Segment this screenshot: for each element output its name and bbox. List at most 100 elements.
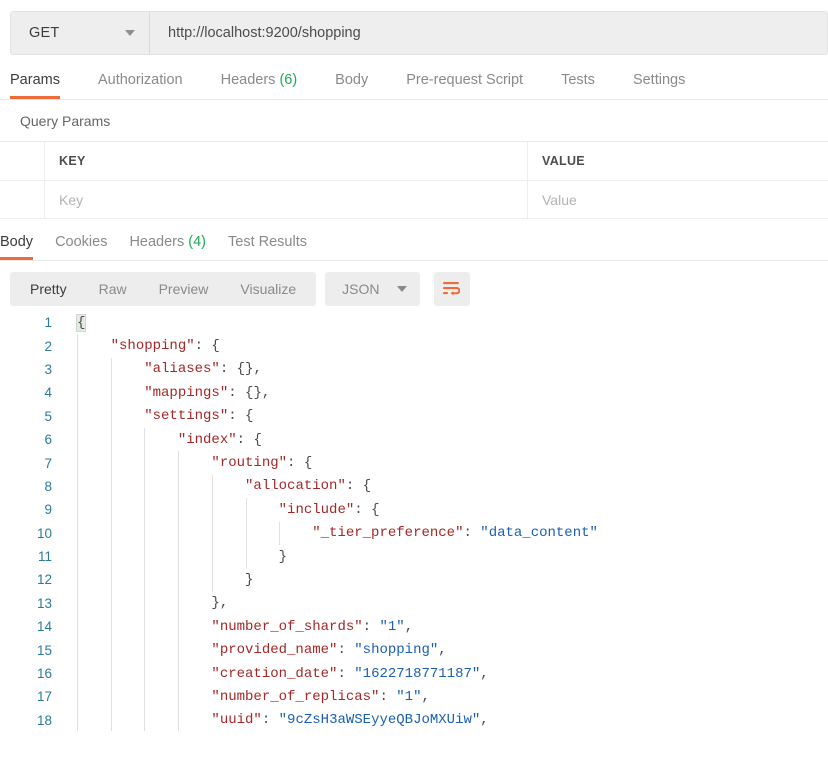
- json-key: "_tier_preference": [312, 525, 464, 542]
- code-line: 13 },: [0, 592, 828, 615]
- tab-pre-request-script[interactable]: Pre-request Script: [406, 72, 523, 99]
- tab-settings[interactable]: Settings: [633, 72, 685, 99]
- json-key: "routing": [211, 455, 288, 472]
- response-tab-cookies[interactable]: Cookies: [55, 234, 107, 260]
- code-text: "creation_date": "1622718771187",: [52, 666, 828, 682]
- tab-label: Body: [335, 72, 369, 88]
- code-text: "number_of_replicas": "1",: [52, 689, 828, 705]
- code-line: 11 }: [0, 545, 828, 568]
- code-text: "settings": {: [52, 408, 828, 424]
- http-method-select[interactable]: GET: [10, 11, 149, 55]
- code-text: "_tier_preference": "data_content": [52, 525, 828, 541]
- line-number: 11: [37, 549, 52, 565]
- json-key: "aliases": [144, 361, 220, 378]
- view-mode-pretty[interactable]: Pretty: [14, 272, 83, 306]
- code-line: 12 }: [0, 568, 828, 591]
- tab-label: Tests: [561, 72, 595, 88]
- response-format-label: JSON: [342, 280, 380, 297]
- json-key: "creation_date": [211, 665, 338, 682]
- table-header-row: KEY VALUE: [0, 142, 828, 181]
- chevron-down-icon: [125, 30, 135, 36]
- column-header-key-label: KEY: [59, 154, 86, 168]
- json-key: "allocation": [245, 478, 346, 495]
- json-punct: :: [379, 688, 397, 705]
- json-punct: : {: [236, 431, 262, 448]
- query-params-title: Query Params: [20, 113, 111, 129]
- param-key-input[interactable]: Key: [45, 181, 528, 218]
- response-body-code[interactable]: 1{2 "shopping": {3 "aliases": {}, 4 "mapp…: [0, 311, 828, 731]
- tab-label: Params: [10, 72, 60, 88]
- json-string: "1": [396, 688, 422, 705]
- json-key: "index": [177, 431, 237, 448]
- response-tab-test-results[interactable]: Test Results: [228, 234, 307, 260]
- line-number: 13: [36, 595, 52, 611]
- tab-label: Body: [0, 234, 34, 250]
- code-line: 14 "number_of_shards": "1",: [0, 615, 828, 638]
- code-line: 1{: [0, 311, 828, 334]
- json-string: "9cZsH3aWSEyyeQBJoMXUiw": [278, 712, 481, 729]
- line-number: 9: [44, 502, 52, 518]
- view-mode-preview[interactable]: Preview: [143, 272, 225, 306]
- code-line: 10 "_tier_preference": "data_content": [0, 522, 828, 545]
- code-line: 15 "provided_name": "shopping",: [0, 638, 828, 661]
- line-number: 7: [44, 455, 52, 471]
- view-mode-group: Pretty Raw Preview Visualize: [10, 271, 317, 306]
- url-input[interactable]: http://localhost:9200/shopping: [149, 11, 828, 55]
- code-text: "index": {: [52, 432, 828, 448]
- tab-body[interactable]: Body: [335, 72, 368, 99]
- code-line: 3 "aliases": {},: [0, 358, 828, 381]
- tab-count-badge: (6): [275, 72, 298, 88]
- json-punct: : {: [287, 455, 313, 472]
- json-punct: ,: [404, 618, 414, 635]
- column-header-value: VALUE: [528, 142, 828, 180]
- tab-headers[interactable]: Headers (6): [221, 72, 298, 99]
- code-text: },: [52, 595, 828, 611]
- json-key: "provided_name": [211, 642, 338, 659]
- param-value-input[interactable]: Value: [528, 181, 828, 218]
- json-punct: : {},: [219, 361, 262, 378]
- json-punct: ,: [438, 642, 447, 659]
- code-line: 5 "settings": {: [0, 405, 828, 428]
- tab-count-badge: (4): [184, 234, 207, 250]
- response-tab-body[interactable]: Body: [0, 234, 34, 260]
- view-mode-raw[interactable]: Raw: [83, 272, 143, 306]
- line-number: 1: [44, 315, 52, 331]
- chevron-down-icon: [396, 285, 407, 292]
- bracket-highlight: {: [75, 313, 87, 332]
- json-punct: :: [362, 618, 380, 635]
- response-body-toolbar: Pretty Raw Preview Visualize JSON: [0, 261, 828, 306]
- column-header-value-label: VALUE: [542, 154, 585, 168]
- code-text: "include": {: [52, 502, 828, 518]
- json-key: "number_of_shards": [211, 618, 363, 635]
- code-line: 8 "allocation": {: [0, 475, 828, 498]
- code-text: }: [52, 572, 828, 588]
- code-line: 16 "creation_date": "1622718771187",: [0, 662, 828, 685]
- json-punct: :: [337, 642, 355, 659]
- line-number: 17: [36, 689, 52, 705]
- tab-tests[interactable]: Tests: [561, 72, 595, 99]
- line-number: 4: [44, 385, 52, 401]
- code-text: }: [52, 549, 828, 565]
- json-key: "shopping": [110, 338, 195, 355]
- view-mode-visualize[interactable]: Visualize: [224, 272, 312, 306]
- line-number: 12: [36, 572, 52, 588]
- json-punct: }: [245, 571, 254, 588]
- tab-authorization[interactable]: Authorization: [98, 72, 183, 99]
- response-format-select[interactable]: JSON: [325, 271, 420, 306]
- line-number: 14: [36, 619, 52, 635]
- select-all-checkbox-cell[interactable]: [0, 142, 45, 180]
- tab-params[interactable]: Params: [10, 72, 60, 99]
- row-checkbox-cell[interactable]: [0, 181, 45, 218]
- response-tab-headers[interactable]: Headers (4): [129, 234, 206, 260]
- json-punct: ,: [421, 688, 430, 705]
- code-text: "shopping": {: [52, 338, 828, 354]
- json-punct: : {: [194, 338, 220, 355]
- json-punct: ,: [480, 712, 489, 729]
- code-text: "mappings": {},: [52, 385, 828, 401]
- json-punct: :: [463, 525, 481, 542]
- line-number: 16: [36, 666, 52, 682]
- line-number: 15: [36, 642, 52, 658]
- json-punct: : {: [228, 408, 254, 425]
- code-text: "uuid": "9cZsH3aWSEyyeQBJoMXUiw",: [52, 712, 828, 728]
- word-wrap-button[interactable]: [433, 271, 470, 306]
